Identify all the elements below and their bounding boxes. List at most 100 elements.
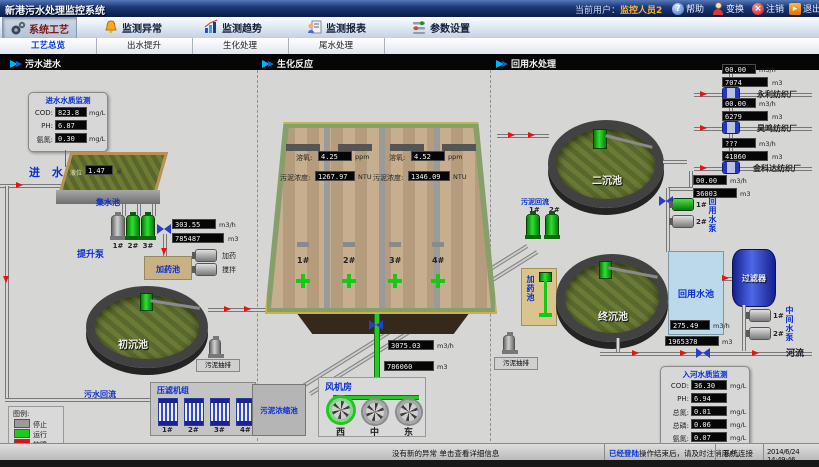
river-quality-title: 入河水质监测: [661, 369, 749, 380]
valve[interactable]: [696, 348, 710, 358]
outfall-flow: 275.49: [670, 320, 710, 330]
title-bar: 新港污水处理监控系统 当前用户：监控人员2 ?帮助 变换 ×注销 ▸退出: [0, 0, 819, 17]
flow-arrow: [700, 165, 707, 171]
status-divider: [763, 443, 764, 460]
final-tank-label: 终沉池: [598, 308, 628, 323]
mid-pump-1[interactable]: [750, 310, 770, 321]
tab-tailwater[interactable]: 尾水处理: [288, 38, 385, 54]
current-user: 当前用户：监控人员2: [575, 3, 662, 16]
walkway: [338, 144, 372, 151]
blower-middle[interactable]: [363, 400, 387, 424]
river-cod: 36.30: [691, 380, 727, 390]
logout-button[interactable]: ×注销: [752, 1, 784, 16]
toolbar-settings-button[interactable]: 参数设置: [404, 17, 477, 37]
press-unit-2[interactable]: [185, 399, 203, 425]
inlet-quality-title: 进水水质监测: [29, 95, 107, 106]
mixer-4[interactable]: [431, 274, 445, 288]
reuse-pump-1[interactable]: [673, 199, 693, 210]
reuse-flow: 00.00: [693, 175, 727, 185]
bio-do-left: 4.25: [318, 151, 352, 161]
river-label: 河流: [786, 346, 804, 359]
stirrer-device[interactable]: [196, 264, 216, 275]
dosing-pool-left: 加药池: [144, 256, 192, 280]
arrow-icon: [502, 61, 508, 67]
pipe: [122, 204, 126, 216]
reuse-pump-2[interactable]: [673, 216, 693, 227]
walkway: [390, 144, 424, 151]
legend-stop-swatch: [15, 420, 29, 427]
mid-pump-2[interactable]: [750, 328, 770, 339]
channel-divider: [379, 128, 385, 308]
sludge-pump-right[interactable]: [504, 336, 514, 350]
lift-pump-2[interactable]: [127, 216, 139, 236]
arrow-icon: [268, 61, 274, 67]
sludge-return-pump-2[interactable]: [546, 215, 558, 235]
alarm-status-message[interactable]: 没有新的异常 单击查看详细信息: [392, 448, 499, 459]
tab-bio-treatment[interactable]: 生化处理: [192, 38, 289, 54]
aerator: [343, 242, 355, 247]
bell-icon: [103, 19, 119, 35]
air-flow-value: 3075.03: [388, 340, 434, 350]
primary-tank-label: 初沉池: [118, 336, 148, 351]
secondary-tank-drive[interactable]: [594, 130, 606, 148]
flow-meter[interactable]: [723, 162, 739, 173]
factory3-total: 41860: [722, 151, 768, 161]
switch-user-button[interactable]: 变换: [712, 1, 744, 16]
status-bar: 没有新的异常 单击查看详细信息 已经登陆操作结束后，请及时注销用户。 系统连接 …: [0, 443, 819, 461]
lift-pumps-title: 提升泵: [77, 247, 104, 260]
mixer-2[interactable]: [342, 274, 356, 288]
exit-button[interactable]: ▸退出: [789, 1, 819, 16]
flow-arrow: [700, 125, 707, 131]
sludge-pump-left[interactable]: [210, 340, 220, 354]
help-button[interactable]: ?帮助: [672, 1, 704, 16]
river-quality-panel: 入河水质监测 COD: 36.30 mg/L PH: 6.94 总氮: 0.01…: [660, 366, 750, 448]
factory2-flow: 00.00: [722, 98, 756, 108]
tab-outflow-lift[interactable]: 出水提升: [96, 38, 193, 54]
press-unit-1[interactable]: [159, 399, 177, 425]
pipe: [5, 398, 151, 402]
inflow-label: 进 水: [29, 164, 67, 180]
toolbar-report-button[interactable]: 监测报表: [300, 17, 373, 37]
dosing-device[interactable]: [196, 250, 216, 261]
lift-pump-1[interactable]: [112, 216, 124, 236]
factory3-flow: ???: [722, 138, 756, 148]
reuse-pumps-title: 回用水泵: [707, 197, 718, 249]
help-icon: ?: [672, 3, 684, 15]
pipe: [152, 204, 156, 216]
flow-arrow: [700, 91, 707, 97]
bio-sludge-left: 1267.97: [315, 171, 355, 181]
lift-pump-3[interactable]: [142, 216, 154, 236]
factory1-name: 永利纺织厂: [757, 89, 797, 100]
river-nh3: 0.07: [691, 432, 727, 442]
inlet-ph-value: 6.87: [55, 120, 87, 130]
current-user-name: 监控人员2: [620, 6, 662, 16]
flow-meter[interactable]: [723, 122, 739, 133]
flow-arrow: [16, 182, 23, 188]
mixer-3[interactable]: [388, 274, 402, 288]
collect-pool-body: 集水池: [56, 190, 160, 204]
sludge-return-pump-1[interactable]: [527, 215, 539, 235]
press-unit-3[interactable]: [211, 399, 229, 425]
pipe: [137, 204, 141, 216]
section-inflow: 污水进水: [10, 57, 61, 70]
toolbar-alarm-button[interactable]: 监测异常: [96, 17, 169, 37]
press-filter-title: 压滤机组: [157, 385, 189, 396]
factory1-flow: 00.00: [722, 64, 756, 74]
flow-arrow: [722, 275, 729, 281]
gears-icon: [10, 20, 26, 36]
valve[interactable]: [369, 320, 383, 330]
pipe: [5, 186, 9, 400]
final-tank-drive[interactable]: [600, 262, 611, 278]
doser-motor[interactable]: [540, 273, 551, 281]
tab-process-overview[interactable]: 工艺总览: [0, 38, 97, 54]
valve[interactable]: [157, 224, 171, 234]
toolbar-trend-button[interactable]: 监测趋势: [196, 17, 269, 37]
blower-west[interactable]: [329, 398, 353, 422]
section-header-strip: [0, 54, 819, 70]
section-bio: 生化反应: [262, 57, 313, 70]
toolbar-process-button[interactable]: 系统工艺: [2, 17, 77, 39]
blower-east[interactable]: [397, 400, 421, 424]
inlet-cod-value: 823.8: [55, 107, 87, 117]
mixer-1[interactable]: [296, 274, 310, 288]
pipe: [668, 187, 693, 191]
